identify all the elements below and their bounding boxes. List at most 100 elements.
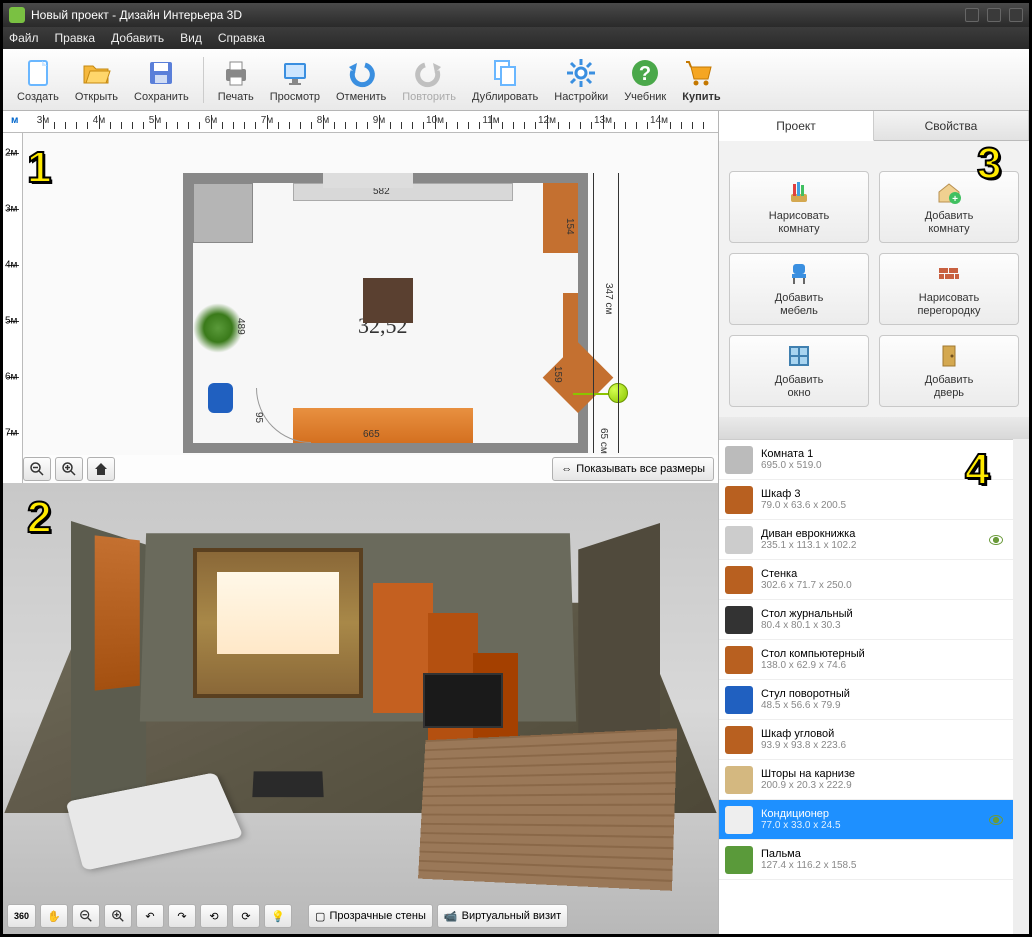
floorplan-canvas[interactable]: 32,52 582 154 489 665 1 [23,133,718,455]
sofa-plan[interactable] [293,408,473,443]
ruler-vertical: 2м3м4м5м6м7м [3,133,23,483]
scene-item-icon [725,726,753,754]
scene-item[interactable]: Стол компьютерный138.0 x 62.9 x 74.6 [719,640,1013,680]
scene-item-dim: 80.4 x 80.1 x 30.3 [761,620,1007,631]
room-outline[interactable]: 32,52 582 154 489 665 1 [183,173,588,453]
tilt-down-button[interactable]: ⟳ [232,904,260,928]
view3d-scene[interactable] [3,483,718,934]
wardrobe-plan[interactable] [193,183,253,243]
scene-item-name: Стенка [761,568,1007,580]
bricks-icon [935,260,963,288]
view3d-tools: 360 ✋ ↶ ↷ ⟲ ⟳ 💡 ▢Прозрачные стены 📹Вирту… [7,902,714,930]
table-3d[interactable] [252,771,323,797]
plan-tools [23,457,115,481]
chair-plan[interactable] [208,383,233,413]
scene-item[interactable]: Пальма127.4 x 116.2 x 158.5 [719,840,1013,880]
scene-item[interactable]: Стол журнальный80.4 x 80.1 x 30.3 [719,600,1013,640]
show-all-sizes-button[interactable]: ⇔ Показывать все размеры [552,457,714,481]
action-bricks-button[interactable]: Нарисоватьперегородку [879,253,1019,325]
view3d-area[interactable]: 2 360 ✋ [3,483,718,934]
toolbar-buy-button[interactable]: Купить [674,52,728,108]
tilt-up-button[interactable]: ⟲ [200,904,228,928]
pan-button[interactable]: ✋ [40,904,68,928]
scrollbar[interactable] [1013,439,1029,934]
toolbar-settings-button[interactable]: Настройки [546,52,616,108]
scene-item-icon [725,806,753,834]
close-button[interactable] [1009,8,1023,22]
badge-4: 4 [965,445,1011,499]
menu-Добавить[interactable]: Добавить [111,31,164,45]
open-icon [80,57,112,89]
floorplan-area[interactable]: 1 2м3м4м5м6м7м 32,52 582 154 489 [3,133,718,483]
visibility-eye-icon[interactable] [989,815,1003,825]
dim-outer-right: 347 см [603,283,614,314]
toolbar-preview-button[interactable]: Просмотр [262,52,328,108]
room-add-icon: + [935,178,963,206]
titlebar: Новый проект - Дизайн Интерьера 3D [3,3,1029,27]
menu-Справка[interactable]: Справка [218,31,265,45]
window-3d[interactable] [193,548,363,698]
zoom-in-3d-button[interactable] [104,904,132,928]
toolbar-open-button[interactable]: Открыть [67,52,126,108]
dim-door: 95 [253,412,264,423]
tv-3d[interactable] [423,673,503,728]
action-chair-button[interactable]: Добавитьмебель [729,253,869,325]
scene-item-icon [725,606,753,634]
tab-properties[interactable]: Свойства [874,111,1029,140]
tab-project[interactable]: Проект [719,111,874,141]
action-window-button[interactable]: Добавитьокно [729,335,869,407]
toolbar-dup-button[interactable]: Дублировать [464,52,546,108]
scene-item[interactable]: Стенка302.6 x 71.7 x 250.0 [719,560,1013,600]
transparent-walls-button[interactable]: ▢Прозрачные стены [308,904,433,928]
app-icon [9,7,25,23]
ac-plan[interactable] [323,173,413,188]
menu-Файл[interactable]: Файл [9,31,39,45]
home-button[interactable] [87,457,115,481]
action-pencils-button[interactable]: Нарисоватькомнату [729,171,869,243]
rotate-left-button[interactable]: ↶ [136,904,164,928]
wardrobe-3d[interactable] [95,535,140,690]
rotate360-button[interactable]: 360 [7,904,36,928]
scene-item[interactable]: Шкаф угловой93.9 x 93.8 x 223.6 [719,720,1013,760]
menu-Правка[interactable]: Правка [55,31,96,45]
new-icon [22,57,54,89]
scene-item-name: Шторы на карнизе [761,768,1007,780]
light-button[interactable]: 💡 [264,904,292,928]
window-title: Новый проект - Дизайн Интерьера 3D [31,8,242,22]
scene-item[interactable]: Диван еврокнижка235.1 x 113.1 x 102.2 [719,520,1013,560]
scene-item-dim: 127.4 x 116.2 x 158.5 [761,860,1007,871]
zoom-out-3d-button[interactable] [72,904,100,928]
dim-br: 159 [552,366,563,383]
scene-item[interactable]: Кондиционер77.0 x 33.0 x 24.5 [719,800,1013,840]
scene-item-name: Стол компьютерный [761,648,1007,660]
scene-item-icon [725,486,753,514]
right-panel: Проект Свойства 3 Нарисоватькомнату+Доба… [719,111,1029,934]
scene-item-dim: 235.1 x 113.1 x 102.2 [761,540,989,551]
tv-stand-plan[interactable] [363,278,413,323]
window-icon [785,342,813,370]
toolbar-undo-button[interactable]: Отменить [328,52,394,108]
side-panel-plan[interactable] [563,293,578,368]
minimize-button[interactable] [965,8,979,22]
zoom-out-button[interactable] [23,457,51,481]
badge-2: 2 [27,493,73,547]
toolbar-help-button[interactable]: ?Учебник [616,52,674,108]
toolbar-print-button[interactable]: Печать [210,52,262,108]
visibility-eye-icon[interactable] [989,535,1003,545]
toolbar-save-button[interactable]: Сохранить [126,52,197,108]
toolbar-redo-button[interactable]: Повторить [394,52,464,108]
scene-item-dim: 138.0 x 62.9 x 74.6 [761,660,1007,671]
zoom-in-button[interactable] [55,457,83,481]
toolbar-new-button[interactable]: Создать [9,52,67,108]
scene-item-icon [725,846,753,874]
scene-item-icon [725,446,753,474]
action-door-button[interactable]: Добавитьдверь [879,335,1019,407]
menu-Вид[interactable]: Вид [180,31,202,45]
virtual-visit-button[interactable]: 📹Виртуальный визит [437,904,568,928]
scene-item-icon [725,766,753,794]
rotate-right-button[interactable]: ↷ [168,904,196,928]
maximize-button[interactable] [987,8,1001,22]
scene-item[interactable]: Шторы на карнизе200.9 x 20.3 x 222.9 [719,760,1013,800]
scene-item[interactable]: Стул поворотный48.5 x 56.6 x 79.9 [719,680,1013,720]
print-icon [220,57,252,89]
